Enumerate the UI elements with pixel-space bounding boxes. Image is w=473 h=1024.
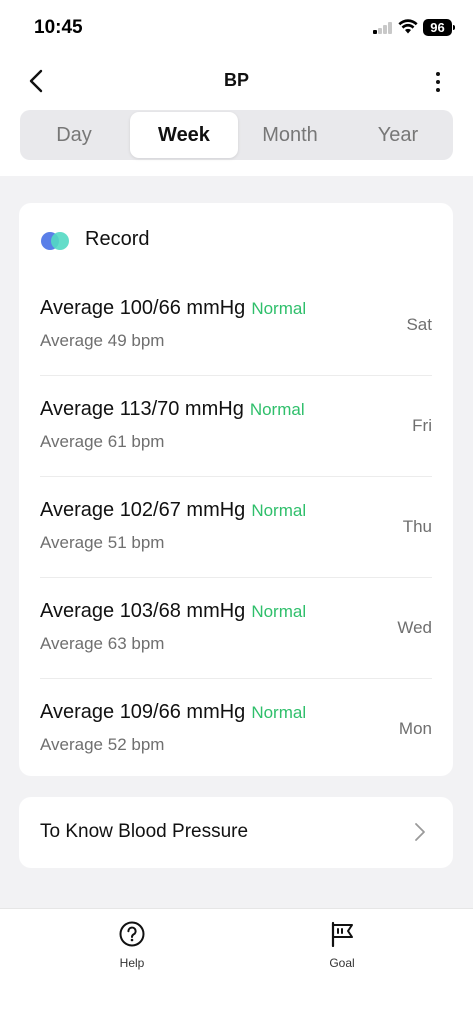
more-vertical-icon[interactable] — [428, 70, 448, 94]
row-bp: Average 102/67 mmHg — [40, 499, 246, 521]
wifi-icon — [398, 19, 418, 34]
record-title: Record — [85, 228, 150, 250]
know-blood-pressure-link[interactable]: To Know Blood Pressure — [19, 797, 453, 868]
row-status: Normal — [251, 299, 307, 318]
record-row[interactable]: Average 100/66 mmHg Normal Average 49 bpm… — [40, 275, 432, 376]
row-status: Normal — [249, 400, 305, 419]
goal-button[interactable]: Goal — [302, 921, 382, 981]
tab-day[interactable]: Day — [20, 110, 128, 160]
bottom-nav: Help Goal — [0, 908, 473, 1024]
row-heart-rate: Average 61 bpm — [40, 432, 165, 451]
period-segmented-control: Day Week Month Year — [20, 110, 453, 160]
row-bp: Average 100/66 mmHg — [40, 297, 246, 319]
chevron-right-icon — [415, 823, 425, 841]
nav-bar: BP — [0, 56, 473, 106]
signal-icon — [373, 22, 393, 34]
page-title: BP — [223, 70, 249, 90]
record-dot-icon — [51, 232, 69, 250]
help-label: Help — [119, 956, 145, 970]
status-bar: 10:45 96 — [0, 0, 473, 56]
know-blood-pressure-label: To Know Blood Pressure — [40, 821, 249, 842]
flag-icon — [331, 921, 353, 947]
tab-year[interactable]: Year — [344, 110, 452, 160]
row-day: Wed — [397, 618, 432, 637]
top-header-area: 10:45 96 BP Day Week Month Year — [0, 0, 473, 176]
help-circle-icon — [119, 921, 145, 947]
tab-month[interactable]: Month — [236, 110, 344, 160]
row-status: Normal — [251, 602, 307, 621]
row-heart-rate: Average 49 bpm — [40, 331, 165, 350]
row-heart-rate: Average 63 bpm — [40, 634, 165, 653]
record-row[interactable]: Average 113/70 mmHg Normal Average 61 bpm… — [40, 376, 432, 477]
record-row[interactable]: Average 103/68 mmHg Normal Average 63 bpm… — [40, 578, 432, 679]
battery-icon: 96 — [423, 19, 455, 36]
goal-label: Goal — [329, 956, 355, 970]
row-bp: Average 113/70 mmHg — [40, 398, 244, 420]
row-status: Normal — [251, 501, 307, 520]
row-heart-rate: Average 52 bpm — [40, 735, 165, 754]
tab-week[interactable]: Week — [130, 112, 238, 158]
status-time: 10:45 — [34, 17, 83, 38]
row-day: Sat — [406, 315, 432, 334]
row-heart-rate: Average 51 bpm — [40, 533, 165, 552]
row-day: Mon — [398, 719, 432, 738]
row-day: Thu — [402, 517, 432, 536]
row-bp: Average 103/68 mmHg — [40, 600, 246, 622]
record-row[interactable]: Average 102/67 mmHg Normal Average 51 bpm… — [40, 477, 432, 578]
help-button[interactable]: Help — [92, 921, 172, 981]
record-card: Record Average 100/66 mmHg Normal Average… — [19, 203, 453, 776]
row-day: Fri — [412, 416, 432, 435]
row-status: Normal — [251, 703, 307, 722]
row-bp: Average 109/66 mmHg — [40, 701, 246, 723]
record-row[interactable]: Average 109/66 mmHg Normal Average 52 bpm… — [40, 679, 432, 780]
